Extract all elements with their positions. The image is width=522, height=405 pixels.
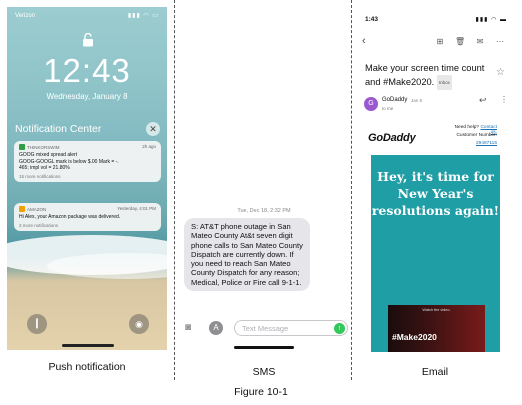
lock-date: Wednesday, January 8 bbox=[46, 92, 128, 101]
carrier-label: Verizon bbox=[15, 13, 36, 19]
wave-shape bbox=[47, 253, 167, 279]
message-placeholder: Text Message bbox=[242, 324, 289, 333]
message-timestamp: Tue, Dec 18, 2:32 PM bbox=[237, 208, 291, 214]
help-text: Need help? bbox=[454, 125, 480, 130]
more-notifications[interactable]: 3 more notifications bbox=[19, 223, 156, 228]
mail-icon[interactable]: ✉ bbox=[475, 37, 485, 47]
promo-headline: Hey, it's time for New Year's resolution… bbox=[371, 169, 500, 218]
status-icons: ▮▮▮ ◠ ▭ bbox=[127, 13, 159, 19]
email-screen: 1:43 ▮▮▮ ◠ ▬ ‹ ⊞ 🗑 ✉ ⋯ Make your screen … bbox=[355, 7, 515, 352]
lock-screen: Verizon ▮▮▮ ◠ ▭ 12:43 Wednesday, January… bbox=[7, 7, 167, 350]
status-icons: ▮▮▮ ◠ ▬ bbox=[475, 17, 507, 23]
caption-email: Email bbox=[421, 366, 449, 378]
promo-banner[interactable]: Hey, it's time for New Year's resolution… bbox=[371, 155, 500, 352]
divider-left bbox=[174, 0, 175, 380]
video-label: Watch the video. bbox=[422, 308, 451, 312]
caption-push: Push notification bbox=[48, 361, 126, 373]
email-subject-text: Make your screen time count and #Make202… bbox=[365, 63, 485, 87]
more-icon[interactable]: ⋯ bbox=[495, 37, 505, 47]
reply-icon[interactable]: ↩ bbox=[479, 95, 487, 106]
notification-age: Yesterday, 4:01 PM bbox=[117, 206, 156, 211]
home-indicator[interactable] bbox=[62, 344, 114, 347]
sender-name: GoDaddy bbox=[382, 97, 408, 103]
sms-screen: Tue, Dec 18, 2:32 PM S: AT&T phone outag… bbox=[178, 0, 350, 355]
email-subject: Make your screen time count and #Make202… bbox=[365, 62, 495, 90]
notification-app-name: THINKORSWIM bbox=[27, 144, 60, 150]
video-thumbnail[interactable]: Watch the video. #Make2020 bbox=[388, 305, 485, 352]
caption-sms: SMS bbox=[252, 366, 276, 378]
message-input[interactable]: Text Message ↑ bbox=[234, 320, 348, 336]
amazon-app-icon bbox=[19, 206, 25, 212]
figure-caption: Figure 10-1 bbox=[234, 386, 288, 398]
camera-icon[interactable]: ◙ bbox=[185, 322, 198, 333]
notification-thinkorswim[interactable]: THINKORSWIM 2h ago GOOG mixed spread ale… bbox=[14, 141, 161, 182]
lock-time: 12:43 bbox=[43, 52, 131, 89]
more-icon[interactable]: ⋮ bbox=[500, 95, 508, 104]
notification-line: 465; impl vol = 21.80% bbox=[19, 165, 70, 171]
app-store-icon[interactable]: A bbox=[209, 321, 223, 335]
notification-line: Hi Alex, your Amazon package was deliver… bbox=[19, 214, 121, 220]
archive-icon[interactable]: ⊞ bbox=[435, 37, 445, 47]
notification-app-name: AMAZON bbox=[27, 206, 47, 212]
more-notifications[interactable]: 15 more notifications bbox=[19, 174, 156, 179]
trash-icon[interactable]: 🗑 bbox=[455, 37, 465, 47]
message-input-bar: ◙ A Text Message ↑ bbox=[182, 320, 348, 336]
lock-open-icon bbox=[83, 33, 93, 47]
email-toolbar: ‹ ⊞ 🗑 ✉ ⋯ bbox=[355, 35, 515, 50]
notification-center-title: Notification Center bbox=[15, 123, 102, 135]
notification-age: 2h ago bbox=[142, 144, 156, 149]
thinkorswim-app-icon bbox=[19, 144, 25, 150]
back-arrow-icon[interactable]: ‹ bbox=[362, 35, 366, 47]
customer-number[interactable]: 29497115 bbox=[447, 141, 497, 146]
status-clock: 1:43 bbox=[365, 16, 379, 23]
video-hashtag: #Make2020 bbox=[392, 332, 437, 342]
camera-icon[interactable]: ◉ bbox=[129, 314, 149, 334]
sender-date: Jan 8 bbox=[411, 98, 423, 103]
notification-amazon[interactable]: AMAZON Yesterday, 4:01 PM Hi Alex, your … bbox=[14, 203, 161, 231]
send-arrow-icon[interactable]: ↑ bbox=[334, 323, 345, 334]
inbox-label-chip[interactable]: Inbox bbox=[436, 75, 452, 90]
close-icon[interactable]: ✕ bbox=[146, 122, 160, 136]
star-icon[interactable]: ☆ bbox=[496, 67, 505, 78]
recipient-line[interactable]: to me bbox=[382, 106, 393, 111]
customer-number-label: Customer Number: bbox=[456, 133, 497, 138]
flashlight-icon[interactable]: ❙ bbox=[27, 314, 47, 334]
message-bubble[interactable]: S: AT&T phone outage in San Mateo County… bbox=[184, 218, 310, 292]
godaddy-logo: GoDaddy bbox=[368, 132, 416, 144]
divider-right bbox=[351, 0, 352, 380]
avatar: G bbox=[364, 97, 378, 111]
home-indicator[interactable] bbox=[234, 346, 294, 349]
